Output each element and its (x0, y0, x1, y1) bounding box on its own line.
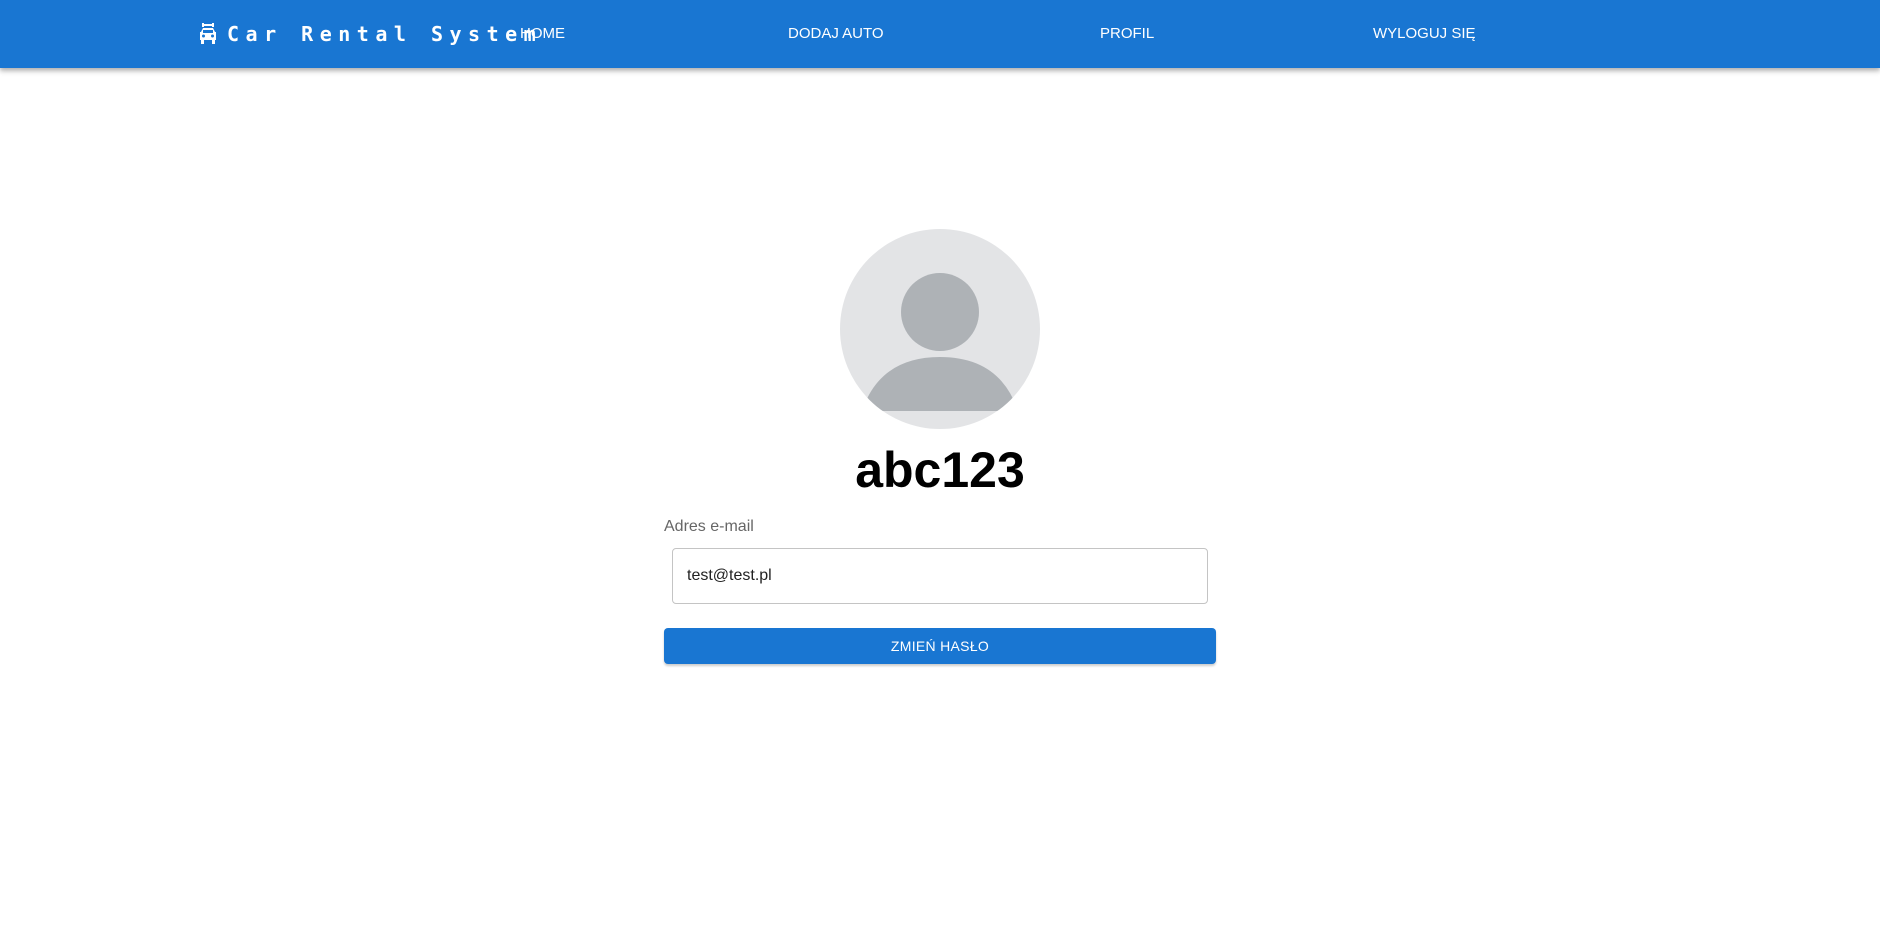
email-field[interactable] (672, 548, 1208, 604)
app-bar: Car Rental System HOME DODAJ AUTO PROFIL… (0, 0, 1880, 68)
car-front-icon (199, 23, 217, 45)
nav-add-car[interactable]: DODAJ AUTO (788, 22, 884, 46)
nav-profile[interactable]: PROFIL (1100, 22, 1154, 46)
nav-logout[interactable]: WYLOGUJ SIĘ (1373, 22, 1476, 46)
avatar (840, 229, 1040, 429)
person-placeholder-icon (862, 273, 1018, 411)
app-title: Car Rental System (227, 22, 543, 46)
nav-home[interactable]: HOME (520, 22, 565, 46)
change-password-button[interactable]: ZMIEŃ HASŁO (664, 628, 1216, 664)
email-label: Adres e-mail (664, 518, 754, 535)
brand[interactable]: Car Rental System (199, 19, 542, 49)
username: abc123 (855, 442, 1025, 498)
